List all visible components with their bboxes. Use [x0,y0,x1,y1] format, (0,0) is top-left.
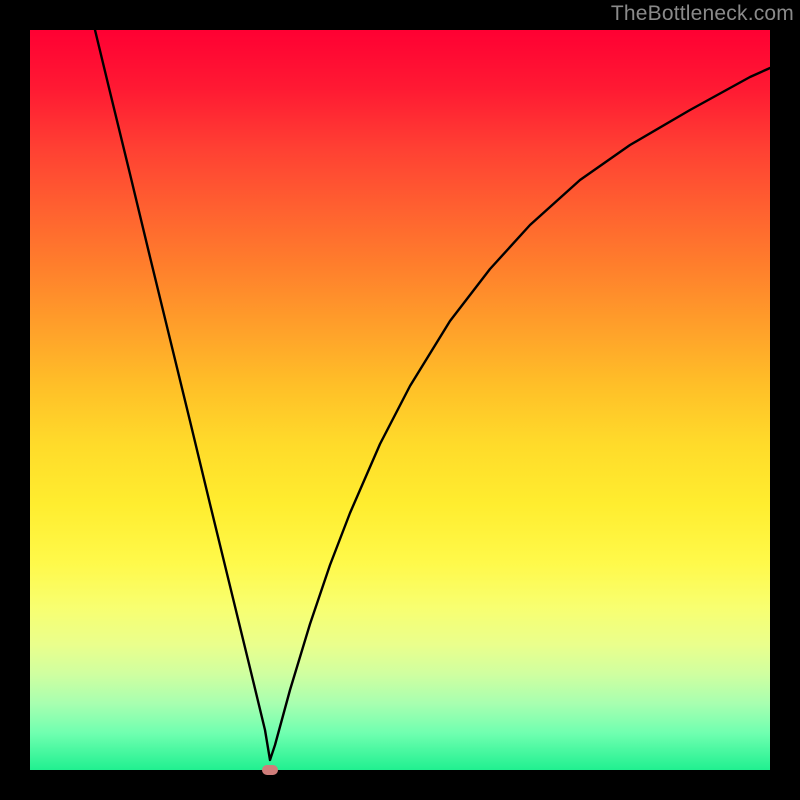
bottleneck-curve [95,30,770,760]
optimal-point-marker [262,765,278,775]
plot-area [30,30,770,770]
watermark-text: TheBottleneck.com [611,2,794,26]
chart-frame: TheBottleneck.com [0,0,800,800]
curve-layer [30,30,770,770]
